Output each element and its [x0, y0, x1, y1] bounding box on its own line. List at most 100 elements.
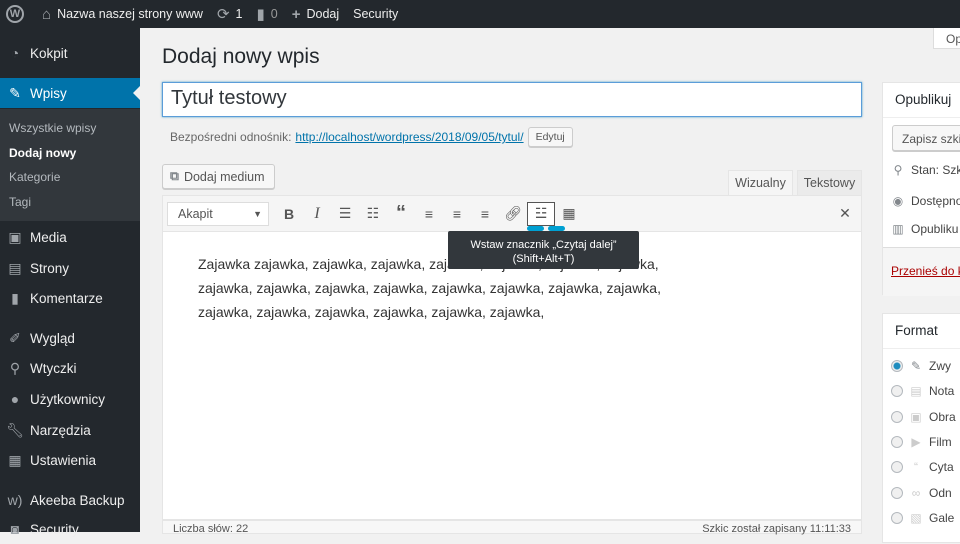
- updates-link[interactable]: ⟳ 1: [217, 5, 243, 23]
- brush-icon: ✐: [9, 329, 21, 346]
- read-more-icon[interactable]: ☳: [527, 201, 555, 226]
- label: Media: [30, 229, 67, 245]
- radio[interactable]: [891, 436, 903, 448]
- radio[interactable]: [891, 461, 903, 473]
- sidebar-item-settings[interactable]: ▦ Ustawienia: [0, 445, 140, 475]
- comments-link[interactable]: ▮ 0: [256, 5, 277, 23]
- label: Cyta: [929, 460, 954, 474]
- numbered-list-icon[interactable]: ☷: [359, 201, 387, 227]
- sidebar-item-dashboard[interactable]: ◔ Kokpit: [0, 38, 140, 68]
- visibility-label: Dostępno: [911, 194, 960, 208]
- image-icon: ▣: [910, 410, 922, 424]
- format-select[interactable]: Akapit ▼: [167, 201, 269, 226]
- video-icon: ▶: [911, 435, 921, 449]
- updates-count: 1: [235, 7, 243, 21]
- wordpress-logo-icon[interactable]: W: [6, 5, 24, 23]
- submenu-add-new[interactable]: Dodaj nowy: [9, 146, 76, 160]
- save-draft-button[interactable]: Zapisz szkic: [892, 125, 960, 151]
- status-label: Stan: Szk: [911, 163, 960, 177]
- permalink-row: Bezpośredni odnośnik: http://localhost/w…: [170, 127, 573, 147]
- format-option-gallery[interactable]: ▧ Gale: [891, 511, 954, 525]
- format-option-standard[interactable]: ✎ Zwy: [891, 359, 951, 373]
- user-icon: ●: [10, 391, 20, 407]
- dashboard-icon: ◔: [10, 45, 20, 61]
- italic-icon[interactable]: I: [303, 201, 331, 227]
- radio[interactable]: [891, 385, 903, 397]
- post-title-input[interactable]: Tytuł testowy: [162, 82, 862, 117]
- radio[interactable]: [891, 411, 903, 423]
- permalink-url[interactable]: http://localhost/wordpress/2018/09/05/ty…: [295, 130, 523, 144]
- label: Strony: [30, 260, 70, 276]
- page-title: Dodaj nowy wpis: [162, 45, 320, 68]
- edit-permalink-button[interactable]: Edytuj: [527, 127, 573, 147]
- word-count: Liczba słów: 22: [173, 523, 249, 535]
- page-icon: ▤: [8, 259, 22, 276]
- label: Obra: [929, 410, 956, 424]
- label: Komentarze: [30, 290, 103, 306]
- sidebar-item-users[interactable]: ● Użytkownicy: [0, 384, 140, 414]
- fullscreen-icon[interactable]: ✕: [831, 201, 859, 227]
- bold-icon[interactable]: B: [275, 201, 303, 227]
- submenu-all-posts[interactable]: Wszystkie wpisy: [9, 121, 96, 135]
- site-name-link[interactable]: ⌂ Nazwa naszej strony www: [42, 6, 203, 23]
- sidebar-item-tools[interactable]: 🔧︎ Narzędzia: [0, 415, 140, 445]
- label: Security: [30, 521, 79, 537]
- label: Dodaj medium: [183, 169, 265, 184]
- label: Zwy: [929, 359, 951, 373]
- label: Nota: [929, 384, 955, 398]
- radio[interactable]: [891, 487, 903, 499]
- format-option-aside[interactable]: ▤ Nota: [891, 384, 954, 398]
- sidebar-item-appearance[interactable]: ✐ Wygląd: [0, 323, 140, 353]
- sidebar-item-akeeba[interactable]: w) Akeeba Backup: [0, 485, 140, 515]
- format-option-video[interactable]: ▶ Film: [891, 435, 952, 449]
- link-icon[interactable]: 🔗︎: [499, 201, 527, 227]
- settings-icon: ▦: [8, 451, 22, 468]
- tooltip-text: Wstaw znacznik „Czytaj dalej”: [470, 239, 617, 251]
- radio[interactable]: [891, 512, 903, 524]
- plus-icon: +: [291, 5, 301, 23]
- blockquote-icon[interactable]: “: [387, 201, 415, 227]
- tab-text[interactable]: Tekstowy: [797, 170, 862, 195]
- toolbar-toggle-icon[interactable]: ▦: [555, 201, 583, 227]
- posts-submenu: Wszystkie wpisy Dodaj nowy Kategorie Tag…: [0, 109, 140, 221]
- sidebar-item-security[interactable]: ◙ Security: [0, 514, 140, 544]
- format-option-link[interactable]: ∞ Odn: [891, 486, 952, 500]
- align-left-icon[interactable]: ≡: [415, 201, 443, 227]
- label: Akeeba Backup: [30, 492, 125, 508]
- wrench-icon: 🔧︎: [6, 421, 24, 438]
- submenu-categories[interactable]: Kategorie: [9, 170, 60, 184]
- security-link[interactable]: Security: [353, 7, 398, 21]
- quote-icon: “: [914, 460, 918, 474]
- radio[interactable]: [891, 360, 903, 372]
- align-right-icon[interactable]: ≡: [471, 201, 499, 227]
- add-new-link[interactable]: + Dodaj: [292, 6, 339, 23]
- bullet-list-icon[interactable]: ☰: [331, 201, 359, 227]
- screen-options-tab[interactable]: Op: [933, 28, 960, 49]
- label: Odn: [929, 486, 952, 500]
- add-label: Dodaj: [306, 7, 340, 21]
- align-center-icon[interactable]: ≡: [443, 201, 471, 227]
- format-title: Format: [895, 323, 938, 338]
- sidebar-item-comments[interactable]: ▮ Komentarze: [0, 283, 140, 313]
- autosave-status: Szkic został zapisany 11:11:33: [702, 523, 851, 535]
- editor-toolbar: Akapit ▼ B I ☰ ☷ “ ≡ ≡ ≡ 🔗︎ ☳ ▦ ✕: [162, 195, 862, 232]
- move-to-trash-link[interactable]: Przenieś do k: [891, 264, 960, 278]
- eye-icon: ◉: [892, 194, 904, 208]
- comment-icon: ▮: [256, 6, 265, 23]
- sidebar-item-pages[interactable]: ▤ Strony: [0, 253, 140, 283]
- format-option-image[interactable]: ▣ Obra: [891, 410, 956, 424]
- pin-icon: ✎: [9, 84, 21, 101]
- sidebar-item-plugins[interactable]: ⚲ Wtyczki: [0, 353, 140, 383]
- publish-title: Opublikuj: [895, 92, 952, 107]
- label: Gale: [929, 511, 955, 525]
- sidebar-item-media[interactable]: ▣ Media: [0, 222, 140, 252]
- tab-visual[interactable]: Wizualny: [728, 170, 793, 195]
- submenu-tags[interactable]: Tagi: [9, 195, 31, 209]
- format-option-quote[interactable]: “ Cyta: [891, 460, 954, 474]
- publish-date-label: Opubliku: [911, 222, 959, 236]
- add-media-button[interactable]: ⧉ Dodaj medium: [162, 164, 275, 189]
- sidebar-item-posts[interactable]: ✎ Wpisy: [0, 78, 140, 108]
- format-box: Format ✎ Zwy ▤ Nota ▣ Obra ▶ Film “ Cyta ∞ Odn…: [882, 313, 960, 543]
- calendar-icon: ▥: [892, 222, 904, 236]
- aside-icon: ▤: [910, 384, 922, 398]
